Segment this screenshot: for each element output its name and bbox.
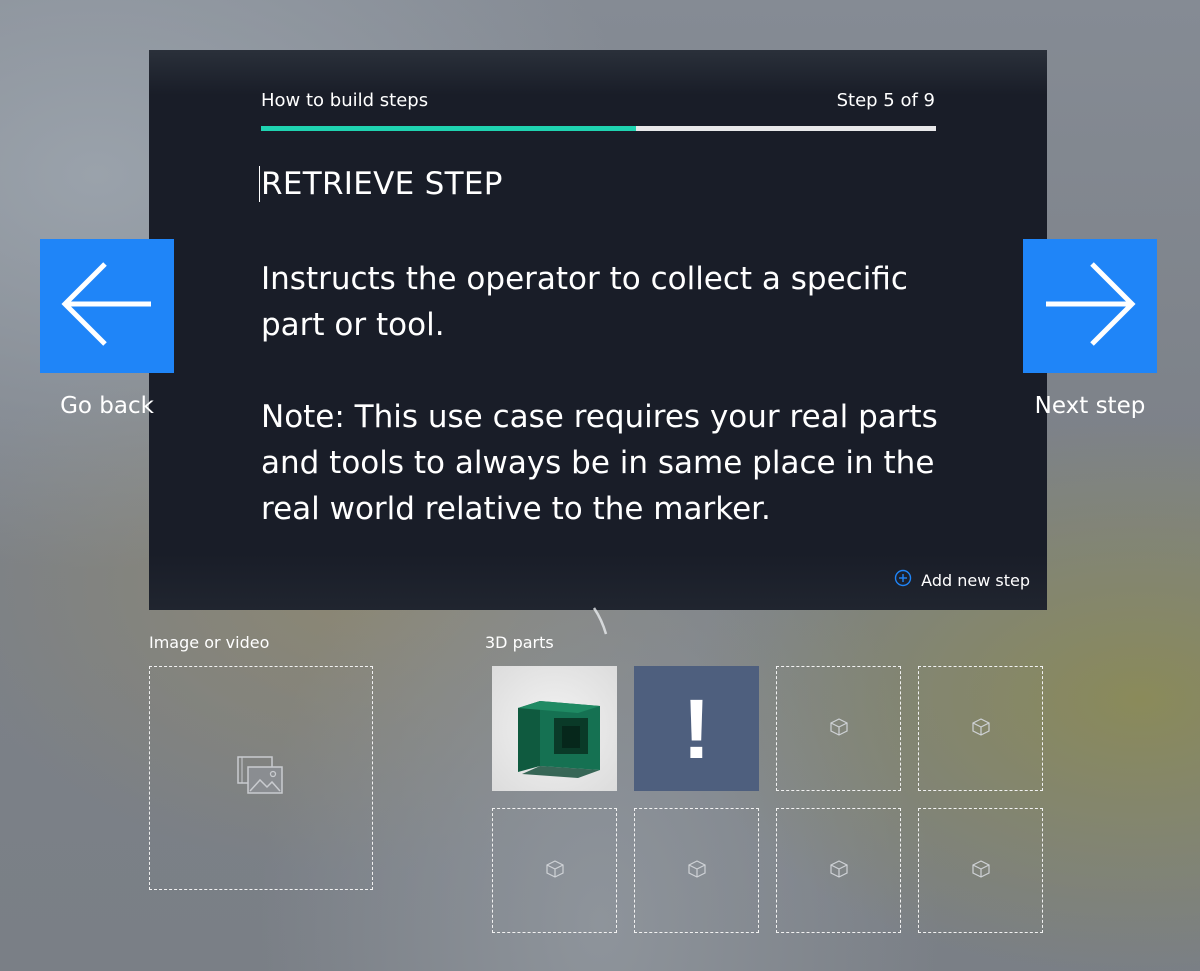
part-slot[interactable] — [776, 808, 901, 933]
cube-icon — [969, 715, 993, 743]
step-counter: Step 5 of 9 — [836, 90, 935, 111]
exclamation-icon: ! — [682, 681, 711, 776]
step-heading[interactable]: RETRIEVE STEP — [259, 166, 503, 202]
image-video-label: Image or video — [149, 633, 270, 652]
next-step-button[interactable] — [1023, 239, 1157, 373]
parts-label: 3D parts — [485, 633, 554, 652]
cube-icon — [827, 857, 851, 885]
cube-icon — [827, 715, 851, 743]
green-part-model-icon — [518, 701, 600, 778]
part-thumbnail-warning[interactable]: ! — [634, 666, 759, 791]
header-title: How to build steps — [261, 90, 429, 111]
part-slot[interactable] — [492, 808, 617, 933]
cube-icon — [543, 857, 567, 885]
cube-icon — [969, 857, 993, 885]
cube-icon — [685, 857, 709, 885]
add-new-step-button[interactable]: Add new step — [894, 569, 1030, 591]
part-slot[interactable] — [776, 666, 901, 791]
progress-fill — [261, 126, 637, 131]
part-slot[interactable] — [634, 808, 759, 933]
add-new-step-label: Add new step — [921, 570, 1030, 590]
go-back-button[interactable] — [40, 239, 174, 373]
light-streak — [592, 607, 608, 635]
arrow-right-icon — [1042, 259, 1138, 353]
step-paragraph-1[interactable]: Instructs the operator to collect a spec… — [261, 256, 941, 348]
part-slot[interactable] — [918, 666, 1043, 791]
go-back-label: Go back — [60, 393, 154, 419]
part-slot[interactable] — [918, 808, 1043, 933]
progress-bar — [261, 126, 936, 131]
image-video-slot[interactable] — [149, 666, 373, 890]
step-paragraph-2[interactable]: Note: This use case requires your real p… — [261, 394, 941, 532]
image-gallery-icon — [237, 756, 285, 800]
plus-circle-icon — [894, 569, 912, 591]
part-thumbnail-model[interactable] — [492, 666, 617, 791]
next-step-label: Next step — [1034, 393, 1146, 419]
arrow-left-icon — [59, 259, 155, 353]
